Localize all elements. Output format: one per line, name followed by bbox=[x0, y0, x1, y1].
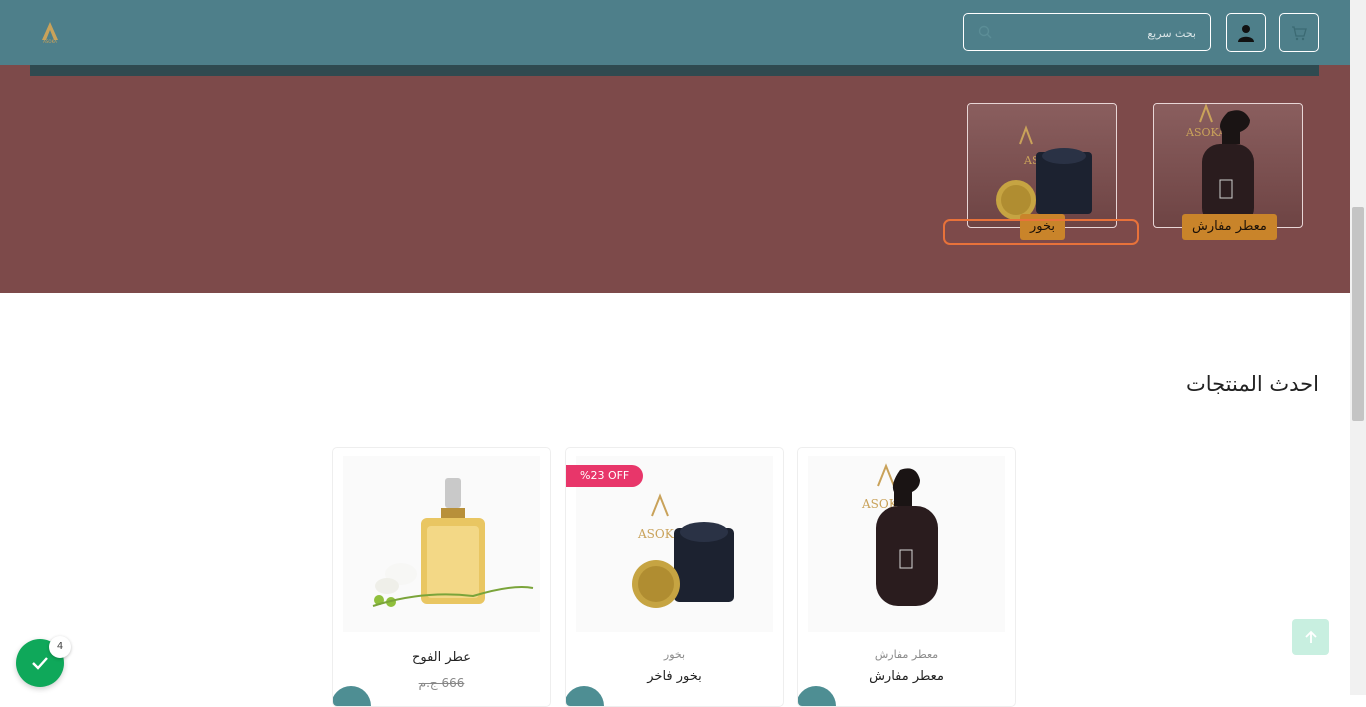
product-old-price: 666 ج.م bbox=[418, 676, 465, 690]
category-image-diffuser: ASOKA bbox=[1154, 104, 1302, 227]
product-category: معطر مفارش bbox=[874, 648, 939, 661]
check-icon bbox=[32, 657, 48, 670]
category-image-incense: ASOKA bbox=[968, 104, 1116, 227]
discount-badge: %23 OFF bbox=[566, 465, 644, 487]
product-card[interactable]: عطر الفوح 666 ج.م bbox=[332, 447, 551, 707]
product-card[interactable]: ASOKA %23 OFF بخور بخور فاخر bbox=[565, 447, 784, 707]
product-category: بخور bbox=[663, 648, 686, 661]
cart-button[interactable] bbox=[1279, 13, 1319, 52]
cart-icon bbox=[1292, 25, 1307, 40]
product-name[interactable]: عطر الفوح bbox=[333, 650, 550, 665]
user-icon bbox=[1238, 24, 1254, 42]
product-name[interactable]: معطر مفارش bbox=[798, 669, 1015, 684]
search-box bbox=[963, 13, 1211, 51]
search-input[interactable] bbox=[994, 22, 1198, 44]
categories-banner: ASOKA بخور ASOKA معطر مفارش bbox=[0, 65, 1350, 293]
category-label-diffuser[interactable]: معطر مفارش bbox=[1182, 214, 1277, 240]
section-title-latest: احدث المنتجات bbox=[1185, 372, 1319, 396]
logo-text: ASOKA bbox=[43, 39, 57, 44]
product-image bbox=[343, 456, 540, 632]
banner-strip bbox=[30, 65, 1319, 76]
account-button[interactable] bbox=[1226, 13, 1266, 52]
product-name[interactable]: بخور فاخر bbox=[566, 669, 783, 684]
product-card[interactable]: ASOKA معطر مفارش معطر مفارش bbox=[797, 447, 1016, 707]
add-to-cart-button[interactable] bbox=[566, 686, 604, 706]
top-header: ASOKA bbox=[0, 0, 1350, 65]
search-icon[interactable] bbox=[978, 25, 992, 39]
page-scrollbar[interactable] bbox=[1350, 0, 1366, 695]
product-image: ASOKA bbox=[808, 456, 1005, 632]
category-card-incense[interactable]: ASOKA بخور bbox=[967, 103, 1117, 240]
logo[interactable]: ASOKA bbox=[38, 20, 62, 44]
notification-count-badge: 4 bbox=[49, 636, 71, 658]
scrollbar-thumb[interactable] bbox=[1352, 207, 1364, 421]
arrow-up-icon bbox=[1304, 630, 1317, 643]
selection-highlight bbox=[943, 219, 1139, 245]
add-to-cart-button[interactable] bbox=[798, 686, 836, 706]
scroll-to-top-button[interactable] bbox=[1292, 619, 1329, 655]
category-card-diffuser[interactable]: ASOKA معطر مفارش bbox=[1153, 103, 1303, 240]
